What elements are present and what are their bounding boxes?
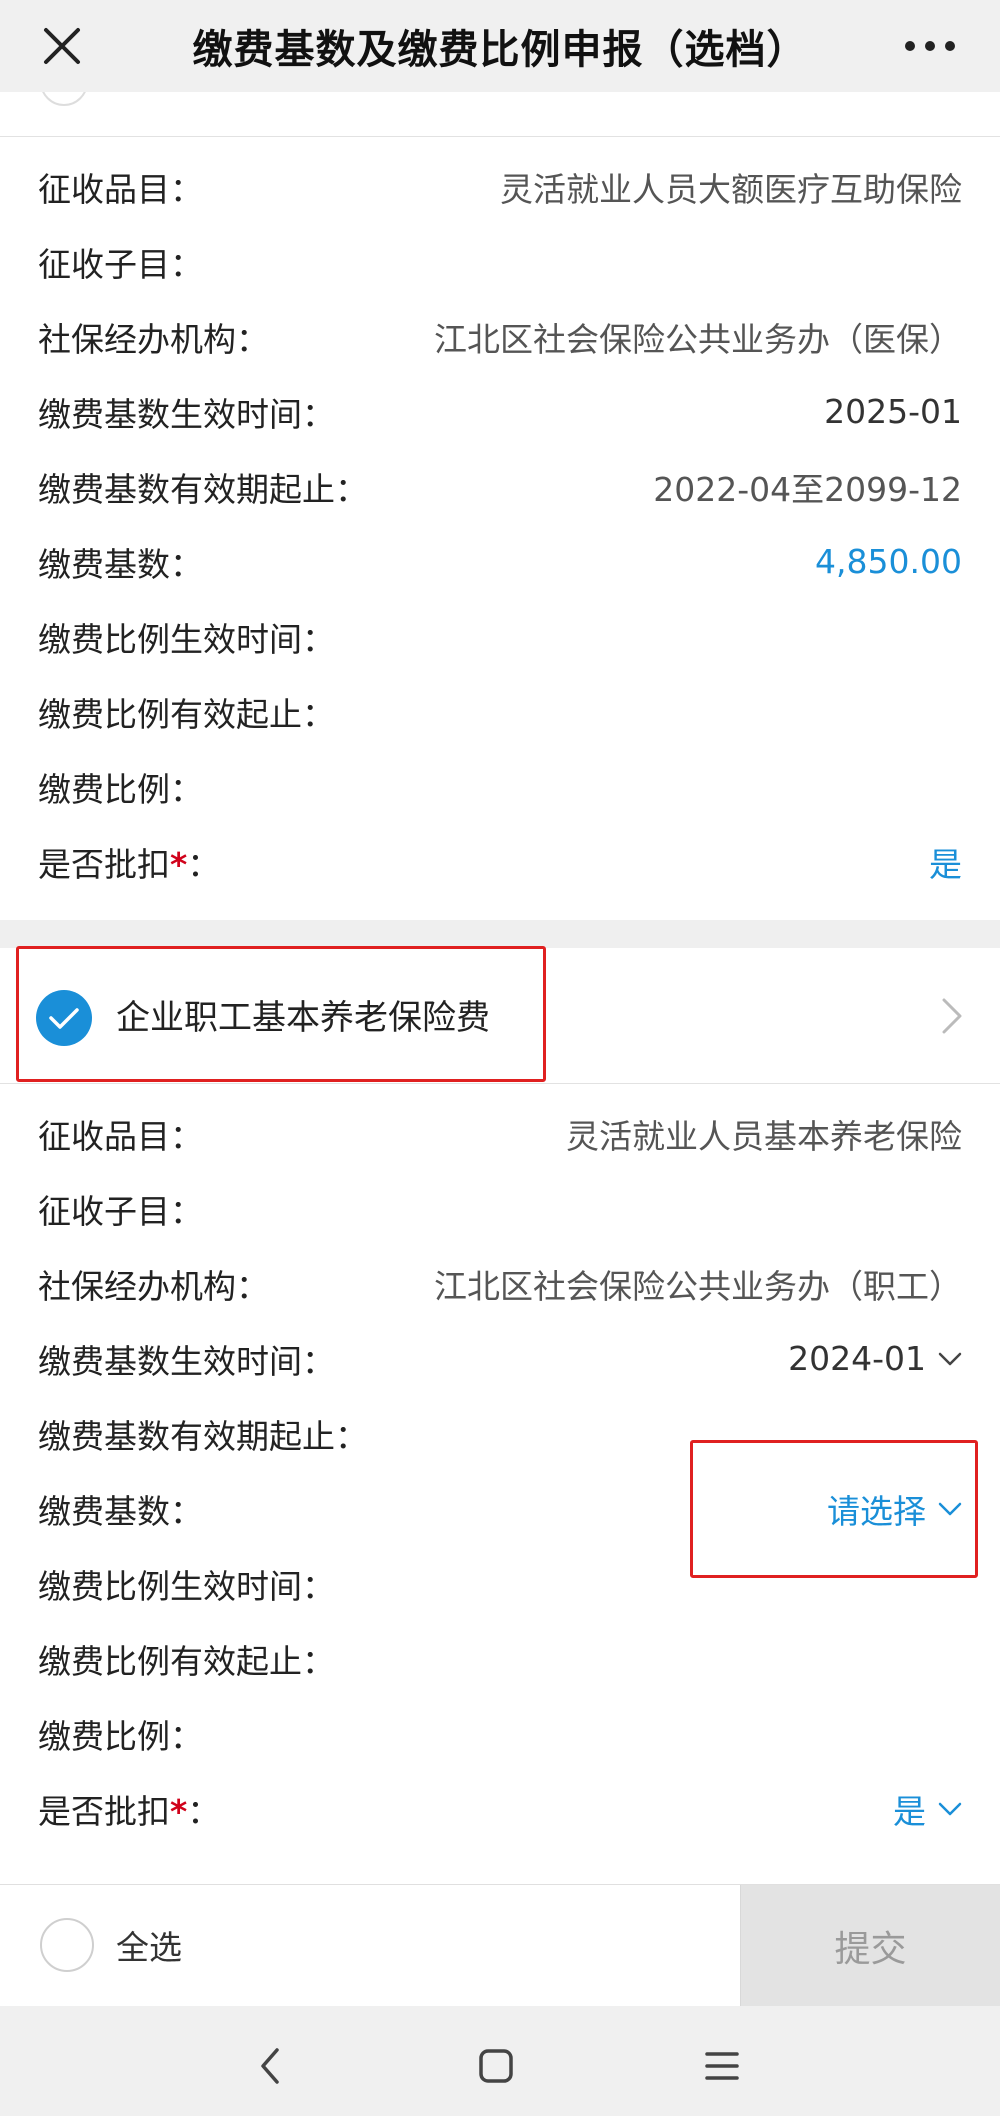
highlight-box-section xyxy=(16,946,546,1082)
detail-row: 缴费比例： xyxy=(38,749,962,824)
more-icon xyxy=(905,41,955,51)
detail-row: 征收子目： xyxy=(38,1171,962,1246)
required-mark: * xyxy=(170,1791,188,1831)
detail-row: 是否批扣*： 是 xyxy=(38,1771,962,1846)
back-button[interactable] xyxy=(240,2036,300,2096)
detail-row: 缴费比例有效起止： xyxy=(38,674,962,749)
row-label: 缴费比例有效起止： xyxy=(38,1641,335,1681)
page-title: 缴费基数及缴费比例申报（选档） xyxy=(192,27,808,73)
label-colon: ： xyxy=(187,1791,221,1831)
insurance-card-pension: 企业职工基本养老保险费 征收品目： 灵活就业人员基本养老保险 征收子目： 社保经… xyxy=(0,946,1000,1884)
title-bar: 缴费基数及缴费比例申报（选档） xyxy=(0,0,1000,92)
action-bar: 全选 提交 xyxy=(0,1884,1000,2007)
detail-row: 缴费比例生效时间： xyxy=(38,1546,962,1621)
detail-row: 缴费基数生效时间： 2024-01 xyxy=(38,1321,962,1396)
chevron-right-icon[interactable] xyxy=(940,996,964,1036)
detail-row: 缴费基数生效时间： 2025-01 xyxy=(38,374,962,449)
detail-row: 社保经办机构： 江北区社会保险公共业务办（职工） xyxy=(38,1246,962,1321)
row-label: 缴费比例有效起止： xyxy=(38,694,335,734)
row-value: 2022-04至2099-12 xyxy=(653,469,962,509)
back-icon xyxy=(261,2048,279,2084)
row-label: 缴费基数生效时间： xyxy=(38,394,335,434)
system-nav-bar xyxy=(0,2006,1000,2116)
home-icon xyxy=(479,2049,513,2083)
auto-deduct-value[interactable]: 是 xyxy=(929,838,962,886)
row-label: 是否批扣*： xyxy=(38,1785,220,1833)
row-label: 征收子目： xyxy=(38,1191,203,1231)
select-value: 是 xyxy=(893,1791,926,1831)
label-text: 是否批扣 xyxy=(38,1791,170,1831)
detail-row: 缴费基数有效期起止： 2022-04至2099-12 xyxy=(38,449,962,524)
row-label: 社保经办机构： xyxy=(38,319,269,359)
detail-row: 缴费比例有效起止： xyxy=(38,1621,962,1696)
required-mark: * xyxy=(170,844,188,884)
row-label: 缴费比例： xyxy=(38,1716,203,1756)
row-label: 缴费比例生效时间： xyxy=(38,1566,335,1606)
row-label: 缴费基数： xyxy=(38,544,203,584)
detail-row: 征收品目： 灵活就业人员大额医疗互助保险 xyxy=(38,149,962,224)
label-colon: ： xyxy=(187,844,221,884)
submit-button[interactable]: 提交 xyxy=(740,1885,1000,2007)
detail-row: 征收子目： xyxy=(38,224,962,299)
detail-row: 缴费比例： xyxy=(38,1696,962,1771)
row-value: 江北区社会保险公共业务办（医保） xyxy=(434,319,962,359)
checkbox-partial[interactable] xyxy=(40,92,88,106)
section-header-partial xyxy=(0,92,1000,137)
detail-row: 缴费比例生效时间： xyxy=(38,599,962,674)
row-value: 2025-01 xyxy=(824,392,962,431)
auto-deduct-select[interactable]: 是 xyxy=(893,1785,962,1833)
chevron-down-icon xyxy=(938,1352,962,1365)
detail-row: 是否批扣*： 是 xyxy=(38,824,962,899)
row-label: 缴费比例： xyxy=(38,769,203,809)
close-icon xyxy=(44,28,80,64)
base-amount-value: 4,850.00 xyxy=(815,542,962,581)
row-value: 江北区社会保险公共业务办（职工） xyxy=(434,1266,962,1306)
insurance-card-medical: 征收品目： 灵活就业人员大额医疗互助保险 征收子目： 社保经办机构： 江北区社会… xyxy=(0,92,1000,920)
home-button[interactable] xyxy=(466,2036,526,2096)
close-button[interactable] xyxy=(26,10,98,82)
row-label: 社保经办机构： xyxy=(38,1266,269,1306)
menu-icon xyxy=(705,2052,739,2080)
row-label: 征收品目： xyxy=(38,169,203,209)
row-label: 征收子目： xyxy=(38,244,203,284)
row-label: 缴费比例生效时间： xyxy=(38,619,335,659)
select-value: 2024-01 xyxy=(788,1339,926,1378)
detail-row: 社保经办机构： 江北区社会保险公共业务办（医保） xyxy=(38,299,962,374)
row-label: 征收品目： xyxy=(38,1116,203,1156)
row-value: 灵活就业人员大额医疗互助保险 xyxy=(500,169,962,209)
select-all-label: 全选 xyxy=(116,1928,182,1967)
row-value: 灵活就业人员基本养老保险 xyxy=(566,1116,962,1156)
effective-date-select[interactable]: 2024-01 xyxy=(788,1339,962,1378)
select-all-radio[interactable] xyxy=(40,1918,94,1972)
row-label: 缴费基数有效期起止： xyxy=(38,469,368,509)
detail-row: 征收品目： 灵活就业人员基本养老保险 xyxy=(38,1096,962,1171)
row-label: 缴费基数： xyxy=(38,1491,203,1531)
chevron-down-icon xyxy=(938,1802,962,1815)
detail-row: 缴费基数： 4,850.00 xyxy=(38,524,962,599)
select-all-toggle[interactable]: 全选 xyxy=(40,1915,182,1975)
row-label: 缴费基数有效期起止： xyxy=(38,1416,368,1456)
row-label: 是否批扣*： xyxy=(38,838,220,886)
menu-button[interactable] xyxy=(692,2036,752,2096)
more-button[interactable] xyxy=(880,10,980,82)
label-text: 是否批扣 xyxy=(38,844,170,884)
row-label: 缴费基数生效时间： xyxy=(38,1341,335,1381)
